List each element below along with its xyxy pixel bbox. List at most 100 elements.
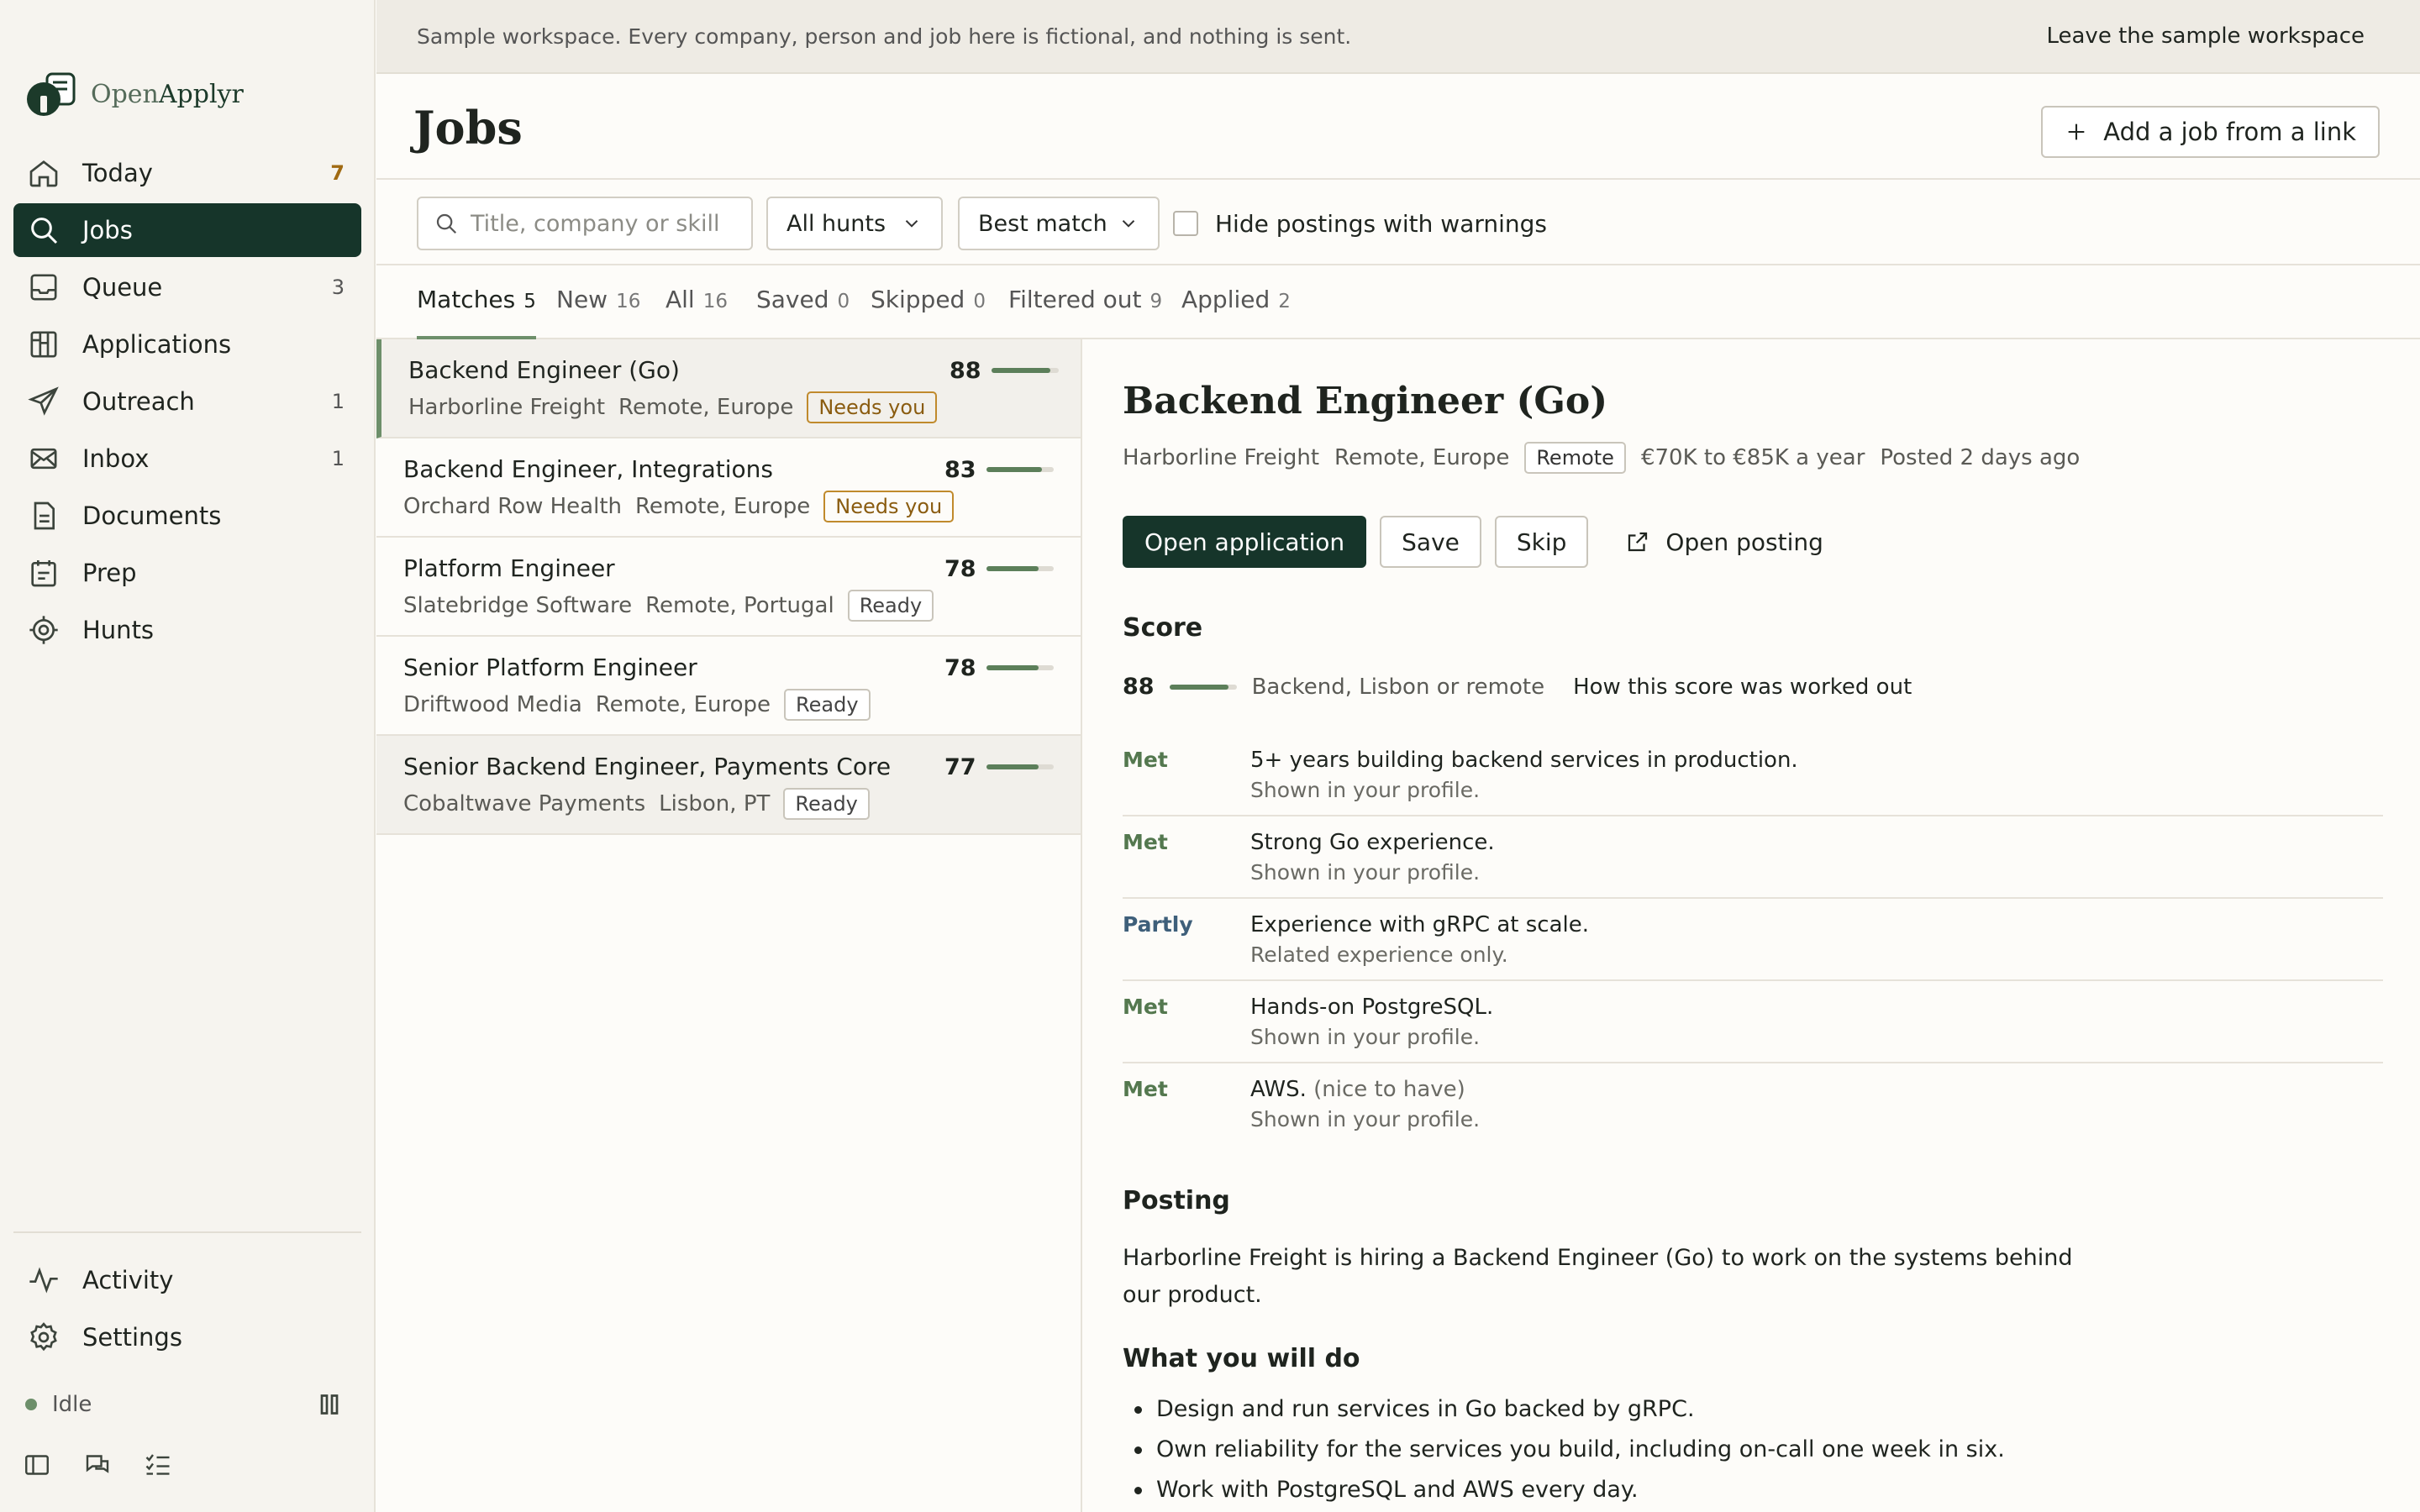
job-meta: Driftwood Media Remote, Europe Ready: [403, 689, 871, 721]
status-row: Idle: [25, 1389, 345, 1420]
add-job-button[interactable]: Add a job from a link: [2041, 106, 2380, 158]
requirement-label: AWS.: [1250, 1077, 1307, 1102]
tab-label: Filtered out: [1008, 286, 1142, 313]
inbox-tray-icon: [30, 274, 57, 301]
status-badge: Ready: [784, 689, 871, 721]
tab-label: New: [556, 286, 608, 313]
sidebar-item-outreach[interactable]: Outreach 1: [13, 375, 361, 428]
sidebar-item-label: Documents: [82, 501, 222, 530]
score-bar-fill: [986, 764, 1039, 769]
score-bar: [986, 566, 1054, 571]
score-focus: Backend, Lisbon or remote: [1251, 674, 1545, 700]
job-row[interactable]: Senior Platform Engineer Driftwood Media…: [376, 637, 1081, 736]
list-item: Own reliability for the services you bui…: [1123, 1430, 2131, 1470]
search-input[interactable]: [471, 210, 739, 237]
sort-select[interactable]: Best match: [958, 197, 1160, 250]
sidebar-item-prep[interactable]: Prep: [13, 546, 361, 600]
chat-icon[interactable]: [82, 1450, 113, 1480]
tab-count: 5: [523, 291, 536, 312]
sidebar-item-label: Activity: [82, 1266, 174, 1294]
leave-sample-link[interactable]: Leave the sample workspace: [2046, 24, 2365, 49]
hunts-select[interactable]: All hunts: [766, 197, 943, 250]
tab-count: 2: [1278, 291, 1291, 312]
job-meta: Cobaltwave Payments Lisbon, PT Ready: [403, 788, 870, 820]
sidebar-item-settings[interactable]: Settings: [13, 1310, 361, 1364]
add-job-label: Add a job from a link: [2103, 118, 2356, 146]
job-row[interactable]: Backend Engineer, Integrations Orchard R…: [376, 438, 1081, 538]
sidebar-item-queue[interactable]: Queue 3: [13, 260, 361, 314]
chevron-down-icon: [1122, 220, 1135, 228]
sidebar-item-count: 3: [331, 276, 345, 299]
open-posting-button[interactable]: Open posting: [1608, 516, 1839, 568]
search-box[interactable]: [417, 197, 753, 250]
sidebar-item-activity[interactable]: Activity: [13, 1253, 361, 1307]
job-company: Driftwood Media: [403, 692, 582, 717]
sidebar-toggle-icon[interactable]: [22, 1450, 52, 1480]
sidebar-item-label: Jobs: [82, 216, 133, 244]
requirement-text: Experience with gRPC at scale.: [1250, 912, 1589, 937]
score-bar: [1169, 684, 1237, 690]
score-explanation-link[interactable]: How this score was worked out: [1573, 675, 1912, 700]
job-row[interactable]: Senior Backend Engineer, Payments Core C…: [376, 736, 1081, 835]
tab-new[interactable]: New 16: [556, 286, 640, 339]
hide-warnings-checkbox[interactable]: [1173, 211, 1198, 236]
job-location: Lisbon, PT: [659, 791, 771, 816]
responsibilities-list: Design and run services in Go backed by …: [1123, 1389, 2131, 1510]
status-text: Idle: [52, 1392, 92, 1417]
sidebar-item-inbox[interactable]: Inbox 1: [13, 432, 361, 486]
save-button[interactable]: Save: [1380, 516, 1481, 568]
sidebar-item-applications[interactable]: Applications: [13, 318, 361, 371]
sidebar-tools: [22, 1450, 173, 1480]
tab-saved[interactable]: Saved 0: [756, 286, 850, 339]
job-row[interactable]: Backend Engineer (Go) Harborline Freight…: [376, 339, 1081, 438]
job-score: 77: [944, 754, 976, 780]
tab-applied[interactable]: Applied 2: [1181, 286, 1291, 339]
requirement-note: (nice to have): [1313, 1077, 1465, 1102]
tab-all[interactable]: All 16: [666, 286, 728, 339]
pause-icon[interactable]: [314, 1389, 345, 1420]
detail-title: Backend Engineer (Go): [1123, 380, 1608, 423]
requirement-evidence: Shown in your profile.: [1250, 1025, 1481, 1049]
sidebar-item-label: Queue: [82, 273, 163, 302]
sidebar-item-hunts[interactable]: Hunts: [13, 603, 361, 657]
hide-warnings-toggle[interactable]: Hide postings with warnings: [1173, 197, 1547, 250]
detail-meta: Harborline Freight Remote, Europe Remote…: [1123, 442, 2095, 474]
tab-filtered-out[interactable]: Filtered out 9: [1008, 286, 1162, 339]
search-icon: [436, 213, 457, 234]
page-header: Jobs Add a job from a link: [376, 76, 2420, 180]
detail-score: 88: [1123, 674, 1155, 700]
sidebar-item-jobs[interactable]: Jobs: [13, 203, 361, 257]
app-logo[interactable]: OpenApplyr: [25, 71, 244, 118]
tab-label: All: [666, 286, 695, 313]
document-icon: [34, 501, 55, 530]
score-bar-fill: [986, 665, 1039, 670]
status-dot: [25, 1399, 37, 1410]
send-icon: [28, 386, 59, 416]
sidebar: OpenApplyr Today 7 Jobs Queue 3 Applicat…: [0, 0, 376, 1512]
job-title: Platform Engineer: [403, 554, 615, 582]
sidebar-item-today[interactable]: Today 7: [13, 146, 361, 200]
skip-button[interactable]: Skip: [1494, 516, 1589, 568]
requirements-list: Met 5+ years building backend services i…: [1123, 734, 2383, 1146]
requirement-status: Met: [1123, 1077, 1168, 1101]
requirement-status: Met: [1123, 830, 1168, 854]
job-title: Senior Platform Engineer: [403, 654, 697, 681]
tab-skipped[interactable]: Skipped 0: [871, 286, 986, 339]
checklist-icon[interactable]: [143, 1450, 173, 1480]
home-icon: [29, 160, 58, 187]
sidebar-item-documents[interactable]: Documents: [13, 489, 361, 543]
job-location: Remote, Europe: [635, 494, 811, 519]
open-application-button[interactable]: Open application: [1123, 516, 1367, 568]
job-company: Cobaltwave Payments: [403, 791, 646, 816]
logo-icon: [27, 72, 76, 116]
calendar-icon: [31, 560, 56, 587]
page-title: Jobs: [413, 101, 523, 155]
job-row[interactable]: Platform Engineer Slatebridge Software R…: [376, 538, 1081, 637]
status-badge: Ready: [783, 788, 870, 820]
score-bar-fill: [992, 368, 1051, 373]
tab-count: 16: [616, 291, 641, 312]
score-heading: Score: [1123, 613, 1203, 643]
tab-matches[interactable]: Matches 5: [417, 286, 536, 339]
requirement-label: 5+ years building backend services in pr…: [1250, 748, 1798, 773]
tab-label: Matches: [417, 286, 516, 313]
